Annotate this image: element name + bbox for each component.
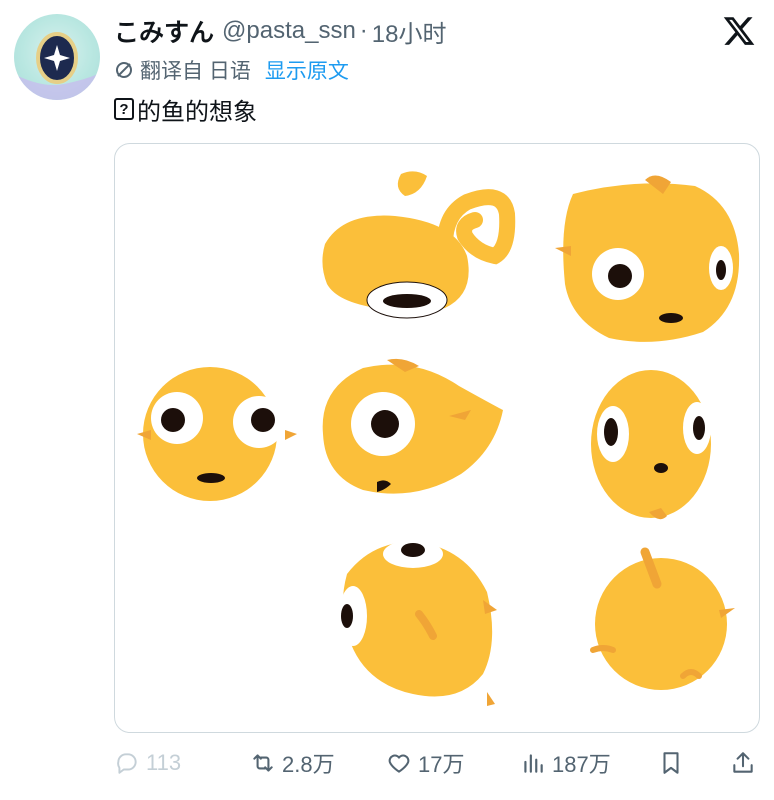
views-count: 187万 [552,752,611,777]
share-icon [733,752,753,773]
bookmark-icon [663,752,679,774]
avatar-icon [14,32,100,100]
show-original-link[interactable]: 显示原文 [265,55,349,85]
translation-label: 翻译自 日语 [140,60,251,83]
fish-sketch-1 [322,171,516,319]
views-chart-icon [524,754,543,773]
author-name[interactable]: こみすん [114,13,214,49]
bookmark-button[interactable] [658,742,690,784]
tweet-body: 的鱼的想象 [137,98,257,126]
heart-icon [388,754,410,773]
fish-sketch-4 [322,358,503,494]
fish-sketch-7 [590,547,735,690]
retweet-icon [253,754,273,772]
avatar[interactable] [14,14,100,100]
tweet-media[interactable] [114,143,760,733]
reply-button[interactable]: 113 [114,742,181,784]
tweet-time[interactable]: 18小时 [372,14,447,49]
views-button[interactable]: 187万 [520,742,611,784]
fish-illustration [137,171,740,706]
fish-sketch-6 [339,540,497,706]
separator-dot: · [359,17,368,44]
translate-icon [116,62,132,78]
action-bar: 113 2.8万 17万 187万 [114,742,758,784]
share-button[interactable] [730,742,762,784]
tweet-text: ? 的鱼的想象 [114,93,257,126]
retweet-count: 2.8万 [282,752,335,777]
tweet-header: こみすん @pasta_ssn · 18小时 [114,14,447,48]
reply-count: 113 [146,750,182,775]
like-count: 17万 [418,752,465,777]
retweet-button[interactable]: 2.8万 [250,742,335,784]
fish-sketch-5 [591,370,711,520]
unknown-char-box: ? [114,98,134,120]
fish-sketch-2 [555,175,740,342]
author-handle[interactable]: @pasta_ssn [222,17,356,45]
translation-row: 翻译自 日语 显示原文 [114,56,349,84]
like-button[interactable]: 17万 [386,742,464,784]
fish-sketch-3 [137,367,297,501]
x-logo-icon[interactable] [722,14,756,48]
reply-icon [117,753,137,774]
